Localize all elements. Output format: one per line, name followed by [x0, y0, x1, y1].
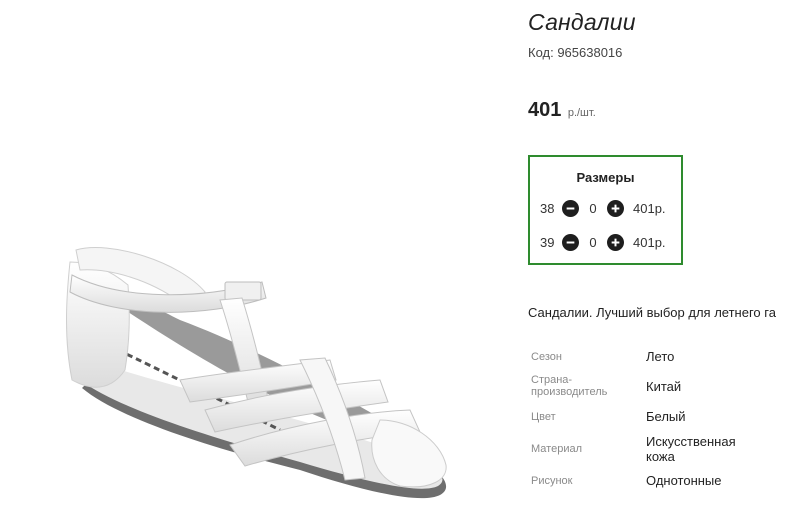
spec-value: Лето	[646, 349, 675, 364]
spec-value: Китай	[646, 379, 682, 394]
plus-circle-icon[interactable]	[607, 199, 624, 217]
quantity-value[interactable]: 0	[579, 201, 607, 216]
product-description: Сандалии. Лучший выбор для летнего га	[528, 305, 776, 320]
spec-value: Искусственная кожа	[646, 434, 736, 464]
size-value: 39	[540, 234, 555, 250]
sizes-title: Размеры	[576, 170, 635, 185]
plus-circle-icon[interactable]	[607, 233, 624, 251]
spec-label: Цвет	[531, 411, 556, 423]
product-image[interactable]	[0, 0, 510, 523]
price: 401 р./шт.	[528, 99, 596, 122]
quantity-value[interactable]: 0	[579, 235, 607, 250]
spec-label: Сезон	[531, 351, 562, 363]
price-unit: р./шт.	[567, 107, 596, 119]
size-price: 401р.	[633, 200, 666, 216]
sizes-panel: Размеры 38 0 401р. 39 0 401р.	[528, 155, 683, 265]
minus-circle-icon[interactable]	[562, 199, 579, 217]
spec-label: Рисунок	[531, 475, 573, 487]
size-price: 401р.	[633, 234, 666, 250]
size-value: 38	[540, 200, 555, 216]
product-code: Код: 965638016	[528, 45, 623, 60]
spec-value: Белый	[646, 409, 686, 424]
product-title: Сандалии	[528, 9, 636, 35]
minus-circle-icon[interactable]	[562, 233, 579, 251]
size-row: 38 0 401р.	[540, 198, 666, 218]
spec-label: Материал	[531, 443, 582, 455]
spec-value: Однотонные	[646, 473, 722, 488]
spec-label: Страна- производитель	[531, 374, 608, 398]
size-row: 39 0 401р.	[540, 232, 666, 252]
price-value: 401	[528, 99, 562, 121]
